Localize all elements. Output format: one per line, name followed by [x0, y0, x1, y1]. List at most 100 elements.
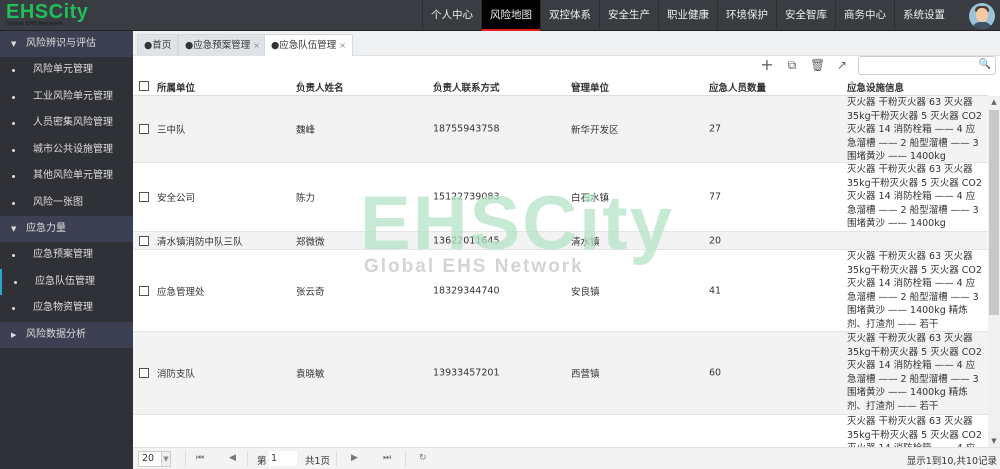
- sort-icon[interactable]: ⬍: [711, 80, 717, 88]
- sidebar-item[interactable]: 其他风险单元管理: [0, 163, 133, 190]
- sort-icon[interactable]: ⬍: [298, 80, 304, 88]
- tab[interactable]: ●应急预案管理 ×: [178, 34, 267, 56]
- page-size-select[interactable]: 20 ▼: [138, 451, 171, 467]
- page-number-input[interactable]: 1: [269, 451, 297, 466]
- tab[interactable]: ●应急队伍管理 ×: [264, 34, 353, 56]
- sidebar-item[interactable]: 工业风险单元管理: [0, 84, 133, 111]
- table-row[interactable]: 消防支队 袁晓敏 13933457201 西营镇 60 灭火器 干粉灭火器 63 灭火器 …: [133, 332, 988, 415]
- bullet-icon: [12, 307, 15, 310]
- cell-name: 郑微微: [296, 236, 325, 248]
- table-row[interactable]: 清水镇消防中队三队 郑微微 13622011645 清水镇 20: [133, 232, 988, 250]
- cell-info: 灭火器 干粉灭火器 63 灭火器 35kg干粉灭火器 5 灭火器 CO2灭火器 …: [847, 251, 982, 330]
- sidebar-group[interactable]: ▼ 应急力量: [0, 216, 133, 242]
- cell-mgmt: 新华开发区: [571, 125, 619, 136]
- nav-item[interactable]: 个人中心: [422, 0, 481, 31]
- sidebar-item[interactable]: 应急队伍管理: [0, 268, 133, 295]
- tab-label: ●应急队伍管理: [271, 40, 337, 51]
- scroll-up-icon[interactable]: ▲: [988, 98, 1000, 106]
- main-nav: 个人中心 风险地图 双控体系 安全生产 职业健康 环境保护 安全智库 商务中心 系统设置: [422, 0, 953, 31]
- caret-down-icon: ▼: [11, 225, 17, 233]
- sidebar-item-label: 城市公共设施管理: [33, 143, 113, 155]
- table-header: 所属单位 ⬍ 负责人姓名 ⬍ 负责人联系方式 ⬍ 管理单位 ⬍ 应急人员数量 ⬍ 应急设施信息 ⬍: [133, 77, 988, 96]
- search-icon[interactable]: 🔍: [979, 59, 991, 70]
- sidebar-group[interactable]: ▼ 风险辨识与评估: [0, 31, 133, 57]
- row-checkbox[interactable]: [139, 192, 149, 202]
- top-bar: EHSCity Global EHS Network 个人中心 风险地图 双控体系安…: [0, 0, 1000, 31]
- prev-page-icon[interactable]: ◀: [229, 453, 236, 463]
- select-all-checkbox[interactable]: [139, 81, 149, 91]
- sidebar-item[interactable]: 风险一张图: [0, 190, 133, 217]
- next-page-icon[interactable]: ▶: [351, 453, 358, 463]
- cell-unit: 消防支队: [157, 369, 196, 380]
- sort-icon[interactable]: ⬍: [435, 80, 441, 88]
- sidebar-item-label: 其他风险单元管理: [33, 170, 113, 181]
- nav-item[interactable]: 系统设置: [894, 0, 953, 31]
- add-icon[interactable]: +: [760, 57, 774, 73]
- row-checkbox[interactable]: [139, 124, 149, 134]
- sidebar-item-label: 应急队伍管理: [35, 275, 95, 287]
- sort-icon[interactable]: ⬍: [573, 80, 579, 88]
- delete-icon[interactable]: 🗑: [810, 58, 825, 72]
- scrollbar-thumb[interactable]: [989, 110, 999, 315]
- cell-mgmt: 西营镇: [571, 369, 600, 380]
- last-page-icon[interactable]: ⏭: [383, 453, 391, 463]
- sort-icon[interactable]: ⬍: [159, 80, 165, 88]
- table-row[interactable]: 安全公司 陈力 15122739083 白石水镇 77 灭火器 干粉灭火器 63 灭火器 …: [133, 163, 988, 232]
- table-row[interactable]: 三中队 魏峰 18755943758 新华开发区 27 灭火器 干粉灭火器 63 灭火器 …: [133, 96, 988, 163]
- nav-item[interactable]: 双控体系: [540, 0, 599, 31]
- sidebar-group[interactable]: ▶ 风险数据分析: [0, 321, 133, 348]
- nav-item[interactable]: 商务中心: [835, 0, 894, 31]
- cell-info: 灭火器 干粉灭火器 63 灭火器 35kg干粉灭火器 5 灭火器 CO2灭火器 …: [847, 97, 982, 163]
- cell-unit: 清水镇消防中队三队: [157, 236, 243, 248]
- table-row[interactable]: 应急管理处 张云奇 18329344740 安良镇 41 灭火器 干粉灭火器 63 灭火器…: [133, 250, 988, 332]
- nav-item[interactable]: 风险地图: [481, 0, 540, 31]
- cell-info: 灭火器 干粉灭火器 63 灭火器 35kg干粉灭火器 5 灭火器 CO2灭火器 …: [847, 164, 982, 230]
- table-row[interactable]: 灭火器 干粉灭火器 63 灭火器 35kg干粉灭火器 5 灭火器 CO2灭火器 …: [133, 415, 988, 447]
- cell-mgmt: 清水镇: [571, 236, 600, 248]
- close-icon[interactable]: ×: [339, 41, 346, 50]
- row-checkbox[interactable]: [139, 235, 149, 246]
- nav-item[interactable]: 安全生产: [599, 0, 658, 31]
- sidebar-item[interactable]: 应急预案管理: [0, 242, 133, 269]
- logo[interactable]: EHSCity Global EHS Network: [6, 2, 88, 27]
- refresh-icon[interactable]: ↻: [419, 453, 427, 463]
- vertical-scrollbar[interactable]: ▲ ▼: [988, 96, 1000, 447]
- sidebar-item[interactable]: 城市公共设施管理: [0, 137, 133, 164]
- tab-bar: ●首页 ●应急预案管理 × ●应急队伍管理 ×: [133, 31, 1000, 56]
- user-avatar[interactable]: [969, 3, 995, 29]
- row-checkbox[interactable]: [139, 368, 149, 378]
- nav-item[interactable]: 环境保护: [717, 0, 776, 31]
- cell-mgmt: 白石水镇: [571, 193, 610, 204]
- column-header-label: 负责人联系方式: [433, 83, 500, 94]
- search-input[interactable]: 🔍: [858, 56, 996, 75]
- sidebar-item-label: 人员密集风险管理: [33, 117, 113, 128]
- scroll-down-icon[interactable]: ▼: [988, 437, 1000, 445]
- caret-down-icon: ▼: [11, 40, 17, 48]
- cell-unit: 安全公司: [157, 193, 196, 204]
- cell-name: 张云奇: [296, 286, 325, 298]
- first-page-icon[interactable]: ⏮: [196, 453, 204, 463]
- sidebar-item[interactable]: 风险单元管理: [0, 57, 133, 84]
- row-checkbox[interactable]: [139, 285, 149, 296]
- bullet-icon: [12, 148, 15, 152]
- sidebar-group-label: 应急力量: [26, 223, 66, 234]
- sidebar-item-label: 风险一张图: [33, 196, 83, 208]
- chevron-down-icon[interactable]: ▼: [161, 451, 171, 467]
- nav-item[interactable]: 职业健康: [658, 0, 717, 31]
- column-header-label: 应急设施信息: [847, 83, 905, 94]
- copy-icon[interactable]: ⧉: [785, 58, 799, 72]
- sidebar-item[interactable]: 应急物资管理: [0, 295, 133, 322]
- nav-item[interactable]: 安全智库: [776, 0, 835, 31]
- tab[interactable]: ●首页: [137, 34, 179, 56]
- sidebar-item[interactable]: 人员密集风险管理: [0, 110, 133, 137]
- pagination: 20 ▼ ⏮ ◀ 第 1 共1页 ▶ ⏭ ↻ 显示1到10,共10记录: [133, 447, 1000, 469]
- tab-label: ●首页: [144, 40, 172, 51]
- sidebar-group-label: 风险辨识与评估: [26, 38, 96, 49]
- bullet-icon: [12, 201, 15, 205]
- bullet-icon: [14, 280, 17, 284]
- sort-icon[interactable]: ⬍: [849, 80, 855, 88]
- export-icon[interactable]: ↗: [835, 58, 849, 72]
- caret-right-icon: ▶: [11, 330, 17, 339]
- close-icon[interactable]: ×: [253, 41, 260, 50]
- sidebar: ▼ 风险辨识与评估风险单元管理 工业风险单元管理人员密集风险管理 城市公共设施管理 其他…: [0, 31, 133, 469]
